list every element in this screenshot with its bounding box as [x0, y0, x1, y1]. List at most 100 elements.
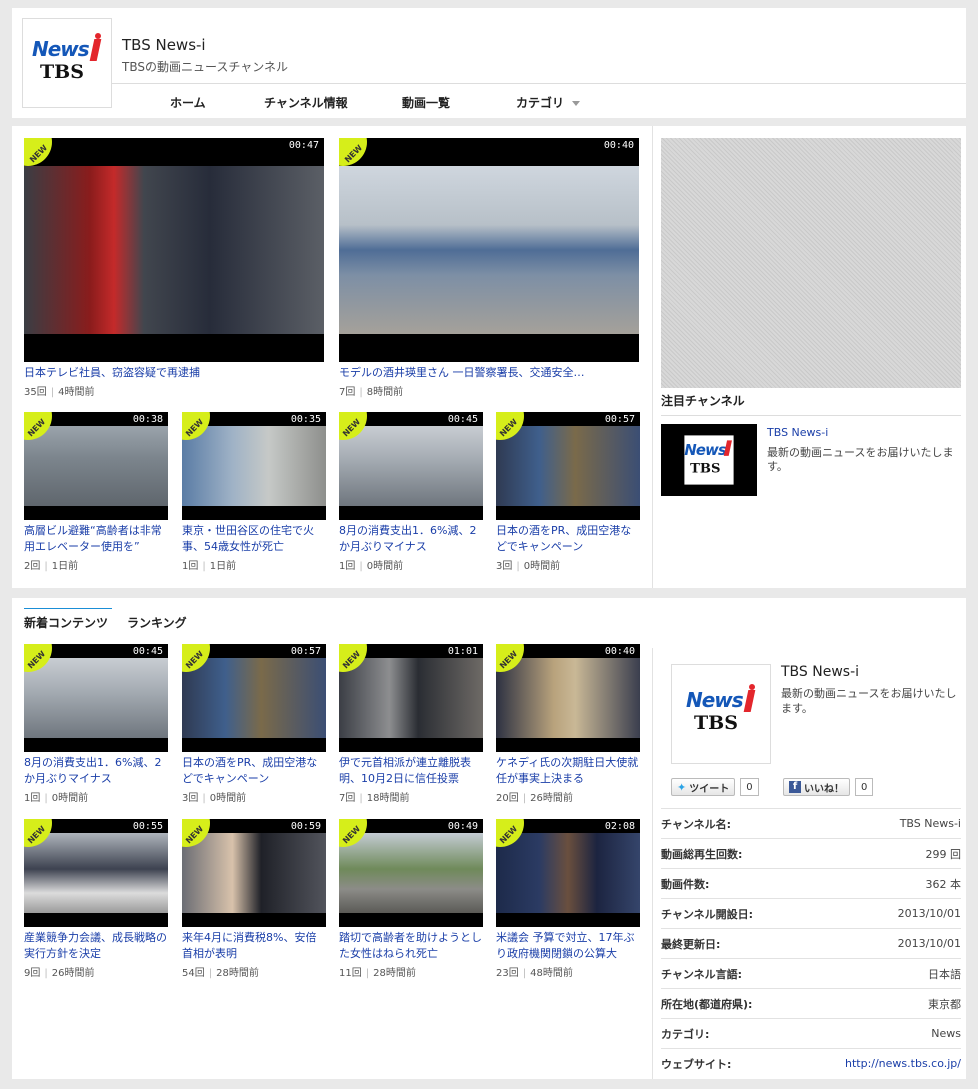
video-item[interactable]: 00:49 NEW 踏切で高齢者を助けようとした女性はねられ死亡 11回 | 28時… [339, 819, 483, 979]
info-value: TBS News-i [899, 817, 961, 830]
category-link[interactable]: News [931, 1027, 961, 1040]
view-count: 1回 [182, 561, 199, 572]
video-title[interactable]: 高層ビル避難“高齢者は非常用エレベーター使用を” [24, 523, 168, 555]
info-row-video-count: 動画件数: 362 本 [661, 868, 961, 898]
video-thumbnail[interactable]: 00:35 NEW [182, 412, 326, 520]
video-duration: 00:47 [288, 140, 319, 151]
video-thumbnail[interactable]: 00:55 NEW [24, 819, 168, 927]
video-title[interactable]: 8月の消費支出1．6%減、2か月ぶりマイナス [339, 523, 483, 555]
video-thumbnail[interactable]: 01:01 NEW [339, 644, 483, 752]
thumbnail-image [339, 426, 483, 506]
video-title[interactable]: 東京・世田谷区の住宅で火事、54歳女性が死亡 [182, 523, 326, 555]
video-thumbnail[interactable]: 00:59 NEW [182, 819, 326, 927]
info-key: チャンネル開設日: [661, 907, 754, 921]
video-thumbnail[interactable]: 00:45 NEW [339, 412, 483, 520]
video-meta: 1回 | 0時間前 [24, 793, 89, 804]
video-meta: 54回 | 28時間前 [182, 968, 259, 979]
video-item[interactable]: 01:01 NEW 伊で元首相派が連立離脱表明、10月2日に信任投票 7回 | 18… [339, 644, 483, 804]
video-title[interactable]: 踏切で高齢者を助けようとした女性はねられ死亡 [339, 930, 483, 962]
upload-age: 26時間前 [51, 968, 95, 979]
video-item[interactable]: 00:40 NEW モデルの酒井瑛里さん 一日警察署長、交通安全… 7回 | 8時間… [339, 138, 639, 398]
thumbnail-image [182, 658, 326, 738]
upload-age: 48時間前 [530, 968, 573, 979]
logo-i-bar [89, 39, 102, 61]
tbs-news-i-logo: News TBS [30, 33, 104, 93]
channel-header: News TBS TBS News-i TBSの動画ニュースチャンネル ホーム … [12, 8, 966, 118]
video-thumbnail[interactable]: 00:38 NEW [24, 412, 168, 520]
video-duration: 00:45 [447, 414, 478, 425]
video-thumbnail[interactable]: 00:49 NEW [339, 819, 483, 927]
tweet-button[interactable]: ✦ ツイート [671, 778, 736, 796]
info-key: 動画総再生回数: [661, 847, 743, 861]
video-title[interactable]: ケネディ氏の次期駐日大使就任が事実上決まる [496, 755, 640, 787]
thumbnail-image [496, 426, 640, 506]
info-row-updated: 最終更新日: 2013/10/01 [661, 928, 961, 958]
featured-channel-logo[interactable]: News TBS [661, 424, 757, 496]
nav-channel-info[interactable]: チャンネル情報 [264, 94, 348, 111]
video-item[interactable]: 00:45 NEW 8月の消費支出1．6%減、2か月ぶりマイナス 1回 | 0時間前 [24, 644, 168, 804]
channel-logo[interactable]: News TBS [22, 18, 112, 108]
video-title[interactable]: 日本の酒をPR、成田空港などでキャンペーン [182, 755, 326, 787]
info-value: 東京都 [928, 997, 961, 1011]
video-item[interactable]: 00:57 NEW 日本の酒をPR、成田空港などでキャンペーン 3回 | 0時間前 [182, 644, 326, 804]
panel-divider [652, 126, 653, 588]
upload-age: 0時間前 [51, 793, 89, 804]
upload-age: 28時間前 [216, 968, 259, 979]
chevron-down-icon [572, 101, 581, 106]
info-key: 所在地(都道府県): [661, 997, 753, 1011]
video-thumbnail[interactable]: 00:47 NEW [24, 138, 324, 362]
video-thumbnail[interactable]: 00:57 NEW [496, 412, 640, 520]
video-title[interactable]: 8月の消費支出1．6%減、2か月ぶりマイナス [24, 755, 168, 787]
video-item[interactable]: 00:47 NEW 日本テレビ社員、窃盗容疑で再逮捕 35回 | 4時間前 [24, 138, 324, 398]
video-thumbnail[interactable]: 00:40 NEW [339, 138, 639, 362]
channel-info-logo[interactable]: News TBS [671, 664, 771, 764]
nav-home[interactable]: ホーム [170, 94, 206, 111]
featured-channel-name[interactable]: TBS News-i [767, 426, 828, 439]
logo-i-bar [743, 690, 756, 712]
video-title[interactable]: 来年4月に消費税8%、安倍首相が表明 [182, 930, 326, 962]
channel-info-table: チャンネル名: TBS News-i 動画総再生回数: 299 回 動画件数: 362… [661, 808, 961, 1078]
video-thumbnail[interactable]: 00:57 NEW [182, 644, 326, 752]
channel-info-title: TBS News-i [781, 664, 860, 680]
video-duration: 01:01 [447, 646, 478, 657]
nav-category[interactable]: カテゴリ [516, 94, 581, 111]
tbs-news-i-logo: News TBS [684, 684, 758, 744]
info-key: ウェブサイト: [661, 1057, 732, 1071]
tab-new-content[interactable]: 新着コンテンツ [24, 614, 108, 631]
thumbnail-image [182, 426, 326, 506]
video-title[interactable]: 産業競争力会議、成長戦略の実行方針を決定 [24, 930, 168, 962]
video-title[interactable]: 日本の酒をPR、成田空港などでキャンペーン [496, 523, 640, 555]
upload-age: 1日前 [51, 561, 79, 572]
new-badge: NEW [24, 138, 52, 166]
thumbnail-image [24, 658, 168, 738]
info-row-language: チャンネル言語: 日本語 [661, 958, 961, 988]
view-count: 3回 [496, 561, 513, 572]
video-meta: 1回 | 1日前 [182, 561, 237, 572]
video-duration: 00:57 [604, 414, 635, 425]
logo-tbs-text: TBS [690, 460, 721, 476]
video-item[interactable]: 00:59 NEW 来年4月に消費税8%、安倍首相が表明 54回 | 28時間前 [182, 819, 326, 979]
view-count: 20回 [496, 793, 519, 804]
nav-video-list[interactable]: 動画一覧 [402, 94, 450, 111]
video-item[interactable]: 00:45 NEW 8月の消費支出1．6%減、2か月ぶりマイナス 1回 | 0時間前 [339, 412, 483, 572]
video-item[interactable]: 00:55 NEW 産業競争力会議、成長戦略の実行方針を決定 9回 | 26時間前 [24, 819, 168, 979]
video-meta: 20回 | 26時間前 [496, 793, 573, 804]
video-title[interactable]: 日本テレビ社員、窃盗容疑で再逮捕 [24, 365, 324, 381]
video-thumbnail[interactable]: 00:45 NEW [24, 644, 168, 752]
video-thumbnail[interactable]: 02:08 NEW [496, 819, 640, 927]
video-item[interactable]: 02:08 NEW 米議会 予算で対立、17年ぶり政府機関閉鎖の公算大 23回 |… [496, 819, 640, 979]
video-item[interactable]: 00:38 NEW 高層ビル避難“高齢者は非常用エレベーター使用を” 2回 | 1日… [24, 412, 168, 572]
website-link[interactable]: http://news.tbs.co.jp/ [845, 1057, 961, 1070]
video-item[interactable]: 00:40 NEW ケネディ氏の次期駐日大使就任が事実上決まる 20回 | 26時間… [496, 644, 640, 804]
ad-placeholder[interactable] [661, 138, 961, 388]
upload-age: 0時間前 [209, 793, 247, 804]
video-title[interactable]: モデルの酒井瑛里さん 一日警察署長、交通安全… [339, 365, 639, 381]
video-title[interactable]: 米議会 予算で対立、17年ぶり政府機関閉鎖の公算大 [496, 930, 640, 962]
tab-ranking[interactable]: ランキング [127, 614, 187, 631]
video-title[interactable]: 伊で元首相派が連立離脱表明、10月2日に信任投票 [339, 755, 483, 787]
video-thumbnail[interactable]: 00:40 NEW [496, 644, 640, 752]
video-item[interactable]: 00:57 NEW 日本の酒をPR、成田空港などでキャンペーン 3回 | 0時間前 [496, 412, 640, 572]
video-item[interactable]: 00:35 NEW 東京・世田谷区の住宅で火事、54歳女性が死亡 1回 | 1日前 [182, 412, 326, 572]
like-button[interactable]: f いいね！ [783, 778, 850, 796]
video-duration: 00:57 [290, 646, 321, 657]
